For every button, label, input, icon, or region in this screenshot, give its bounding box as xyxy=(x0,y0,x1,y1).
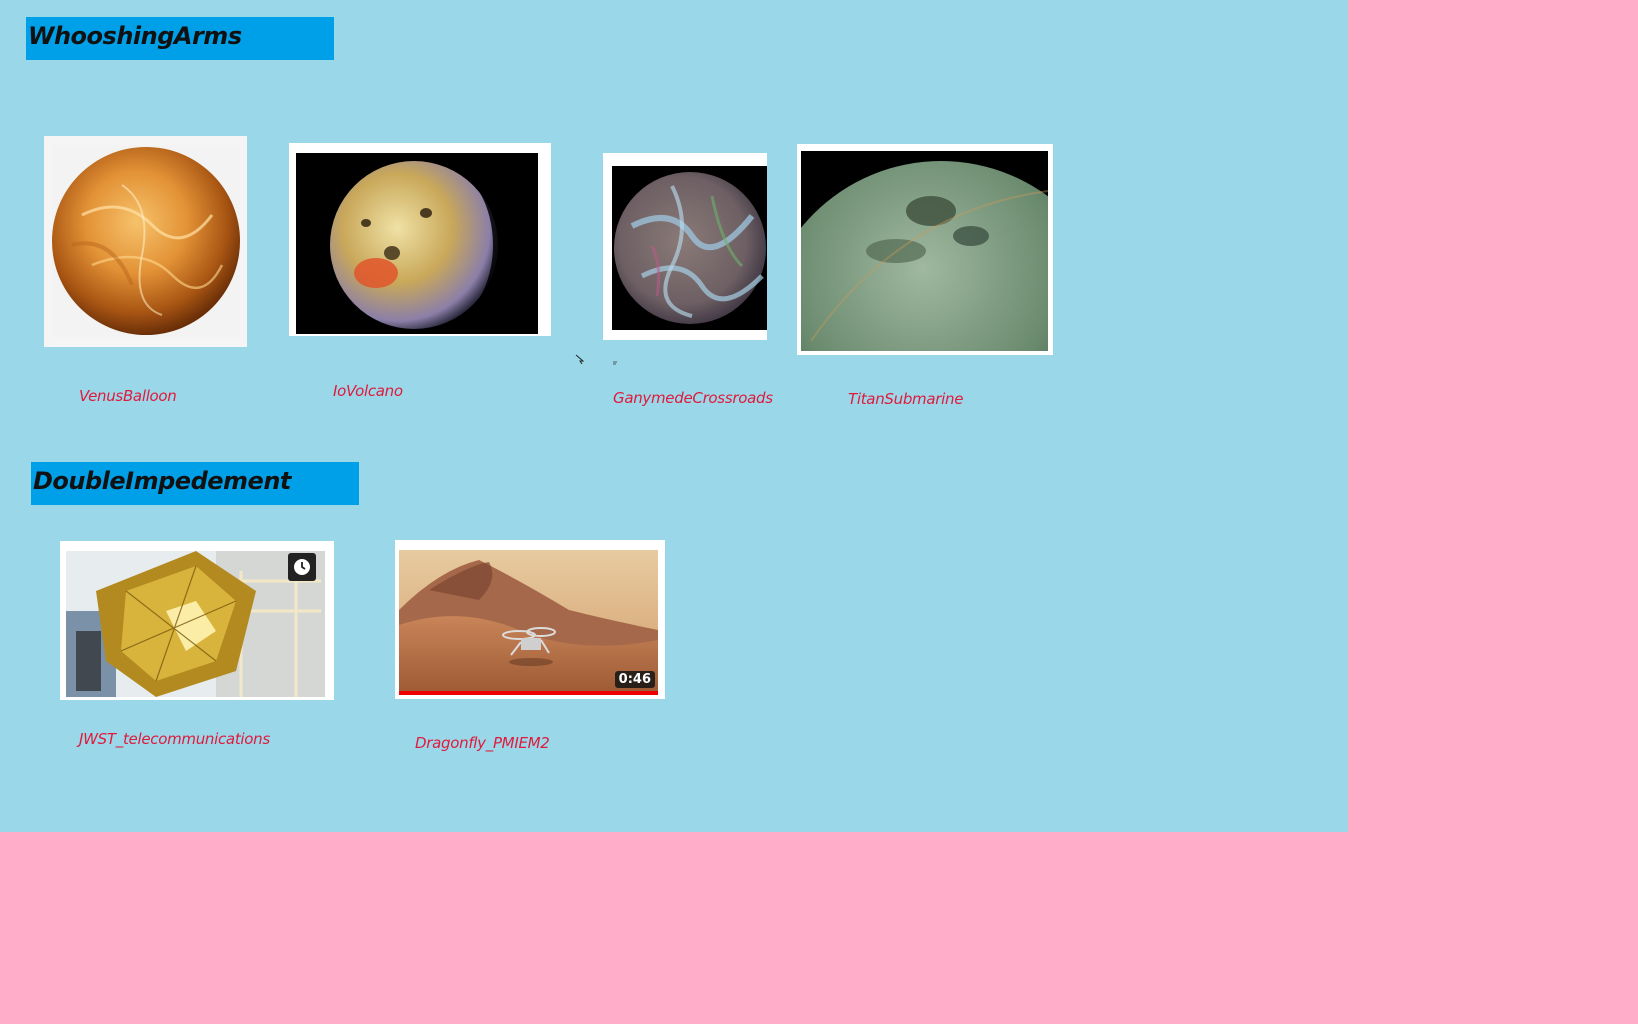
video-thumbnail-jwst-telecommunications[interactable] xyxy=(60,541,334,700)
section-title-doubleimpedement: DoubleImpedement xyxy=(31,462,359,505)
watch-later-icon[interactable] xyxy=(288,553,316,581)
video-progress-bar[interactable] xyxy=(399,691,658,695)
caption-io-volcano[interactable]: IoVolcano xyxy=(333,382,403,400)
thumbnail-ganymede-crossroads[interactable] xyxy=(603,153,767,340)
titan-image xyxy=(801,151,1048,351)
thumbnail-venus-balloon[interactable] xyxy=(44,136,247,347)
mouse-cursor-icon xyxy=(575,354,585,364)
thumbnail-io-volcano[interactable] xyxy=(289,143,551,336)
caption-venus-balloon[interactable]: VenusBalloon xyxy=(79,387,177,405)
section-title-whooshingarms: WhooshingArms xyxy=(26,17,334,60)
venus-image xyxy=(52,145,240,337)
video-thumbnail-dragonfly-pmiem2[interactable]: 0:46 xyxy=(395,540,665,699)
ganymede-image xyxy=(612,166,767,330)
caption-dragonfly-pmiem2[interactable]: Dragonfly_PMIEM2 xyxy=(415,734,550,752)
io-image xyxy=(296,153,538,334)
caption-ganymede-crossroads[interactable]: GanymedeCrossroads xyxy=(613,389,773,407)
thumbnail-titan-submarine[interactable] xyxy=(797,144,1053,355)
video-duration-badge: 0:46 xyxy=(614,671,655,688)
caption-jwst-telecommunications[interactable]: JWST_telecommunications xyxy=(79,730,270,748)
caption-titan-submarine[interactable]: TitanSubmarine xyxy=(848,390,963,408)
board-canvas: WhooshingArms VenusBalloon IoVolcano Gan… xyxy=(0,0,1348,832)
cursor-trail-icon xyxy=(613,361,617,365)
jwst-image xyxy=(66,551,325,697)
